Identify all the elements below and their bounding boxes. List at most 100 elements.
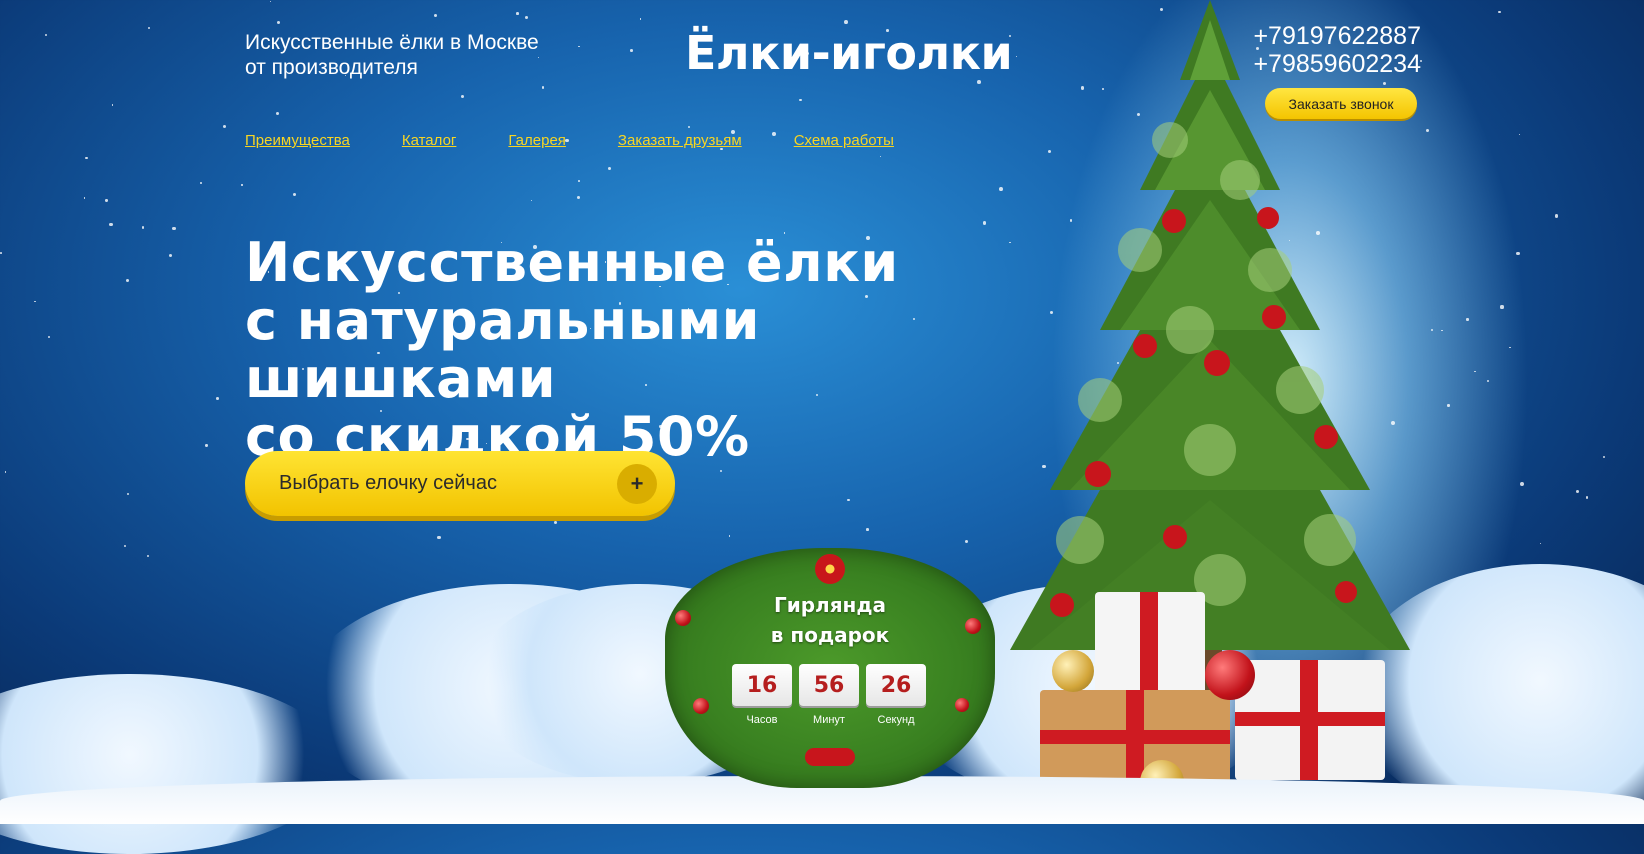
snowflake xyxy=(516,12,519,15)
snowflake xyxy=(112,104,114,106)
headline-line-2: с натуральными шишками xyxy=(245,289,760,410)
snowflake xyxy=(964,540,968,544)
choose-tree-button[interactable]: Выбрать елочку сейчас + xyxy=(245,451,675,516)
site-logo[interactable]: Ёлки-иголки xyxy=(685,26,1013,80)
snowflake xyxy=(687,125,691,129)
snowflake xyxy=(276,20,281,25)
snowflake xyxy=(241,184,243,186)
phone-numbers: +79197622887 +79859602234 xyxy=(1253,22,1421,78)
hero-headline: Искусственные ёлки с натуральными шишкам… xyxy=(245,234,1005,466)
poinsettia-icon xyxy=(815,554,845,584)
snowflake xyxy=(141,225,145,229)
promo-title-line-2: в подарок xyxy=(770,623,890,647)
snowflake xyxy=(976,80,981,85)
snowflake xyxy=(576,196,581,200)
snowflake xyxy=(223,125,226,129)
snowflake xyxy=(799,98,802,102)
snowflake xyxy=(607,167,611,171)
snowflake xyxy=(1474,370,1476,373)
site-tagline: Искусственные ёлки в Москве от производи… xyxy=(245,30,605,80)
snowflake xyxy=(200,182,202,185)
nav-link-catalog[interactable]: Каталог xyxy=(402,132,457,149)
timer-minutes: 56 Минут xyxy=(799,664,859,726)
snowflake xyxy=(1466,318,1469,321)
snowflake xyxy=(48,336,51,339)
snowflake xyxy=(126,493,129,496)
snowflake xyxy=(630,48,633,52)
snowflake xyxy=(85,156,88,160)
timer-seconds-value: 26 xyxy=(866,664,926,706)
snowflake xyxy=(1602,456,1605,459)
nav-link-workflow[interactable]: Схема работы xyxy=(794,132,894,149)
snowflake xyxy=(530,200,532,202)
snowflake xyxy=(1447,404,1450,407)
snowflake xyxy=(269,0,272,2)
plus-icon: + xyxy=(617,464,657,504)
snowflake xyxy=(619,516,621,518)
snowflake xyxy=(1519,133,1521,135)
snowflake xyxy=(83,197,86,199)
snowflake xyxy=(437,535,441,539)
snowflake xyxy=(1520,481,1524,486)
snowflake xyxy=(433,13,438,18)
snowflake xyxy=(553,520,558,525)
headline-line-1: Искусственные ёлки xyxy=(245,231,899,294)
snowflake xyxy=(1498,10,1502,14)
main-nav: Преимущества Каталог Галерея Заказать др… xyxy=(245,132,946,149)
snowflake xyxy=(728,535,730,537)
choose-tree-label: Выбрать елочку сейчас xyxy=(279,472,497,494)
snowflake xyxy=(719,469,723,472)
snowflake xyxy=(169,253,173,258)
snowflake xyxy=(292,192,297,197)
snowflake xyxy=(146,554,149,558)
countdown-timer: 16 Часов 56 Минут 26 Секунд xyxy=(732,664,933,726)
snowflake xyxy=(1585,496,1589,499)
snowflake xyxy=(639,17,642,20)
snowflake xyxy=(171,226,176,231)
snowflake xyxy=(1500,305,1504,309)
snowflake xyxy=(0,252,2,255)
phone-number-2[interactable]: +79859602234 xyxy=(1253,50,1421,78)
snowflake xyxy=(460,95,464,99)
promo-title: Гирлянда в подарок xyxy=(665,590,995,650)
timer-hours-value: 16 xyxy=(732,664,792,706)
request-call-button[interactable]: Заказать звонок xyxy=(1265,88,1417,119)
promo-title-line-1: Гирлянда xyxy=(773,593,887,617)
snowflake xyxy=(45,33,48,36)
snowflake xyxy=(578,179,581,182)
snowflake xyxy=(880,156,882,158)
snowflake xyxy=(1516,251,1520,256)
snowflake xyxy=(123,544,127,548)
snowflake xyxy=(1540,543,1542,545)
snowflake xyxy=(276,112,280,116)
snowflake xyxy=(216,397,219,400)
snowflake xyxy=(1575,489,1579,493)
timer-seconds: 26 Секунд xyxy=(866,664,926,726)
snowflake xyxy=(1486,379,1489,383)
snowflake xyxy=(843,19,848,24)
garland-gift-promo: Гирлянда в подарок 16 Часов 56 Минут 26 … xyxy=(665,548,995,788)
nav-link-gallery[interactable]: Галерея xyxy=(508,132,566,149)
phone-number-1[interactable]: +79197622887 xyxy=(1253,22,1421,50)
nav-link-order-friends[interactable]: Заказать друзьям xyxy=(618,132,742,149)
timer-minutes-value: 56 xyxy=(799,664,859,706)
nav-link-advantages[interactable]: Преимущества xyxy=(245,132,350,149)
bow-icon xyxy=(805,748,855,766)
timer-hours-label: Часов xyxy=(746,714,778,726)
timer-minutes-label: Минут xyxy=(813,714,845,726)
snowflake xyxy=(109,222,113,226)
snowflake xyxy=(847,498,850,502)
snowflake xyxy=(541,86,545,89)
snowflake xyxy=(4,471,7,473)
timer-hours: 16 Часов xyxy=(732,664,792,726)
snowflake xyxy=(147,26,151,30)
tagline-line-2: от производителя xyxy=(245,56,418,79)
snowflake xyxy=(866,528,869,531)
timer-seconds-label: Секунд xyxy=(877,714,915,726)
snowflake xyxy=(125,279,129,283)
snowflake xyxy=(105,199,108,202)
snowflake xyxy=(524,16,528,20)
snowflake xyxy=(1554,214,1559,218)
snowflake xyxy=(34,300,36,302)
snowflake xyxy=(205,444,208,447)
